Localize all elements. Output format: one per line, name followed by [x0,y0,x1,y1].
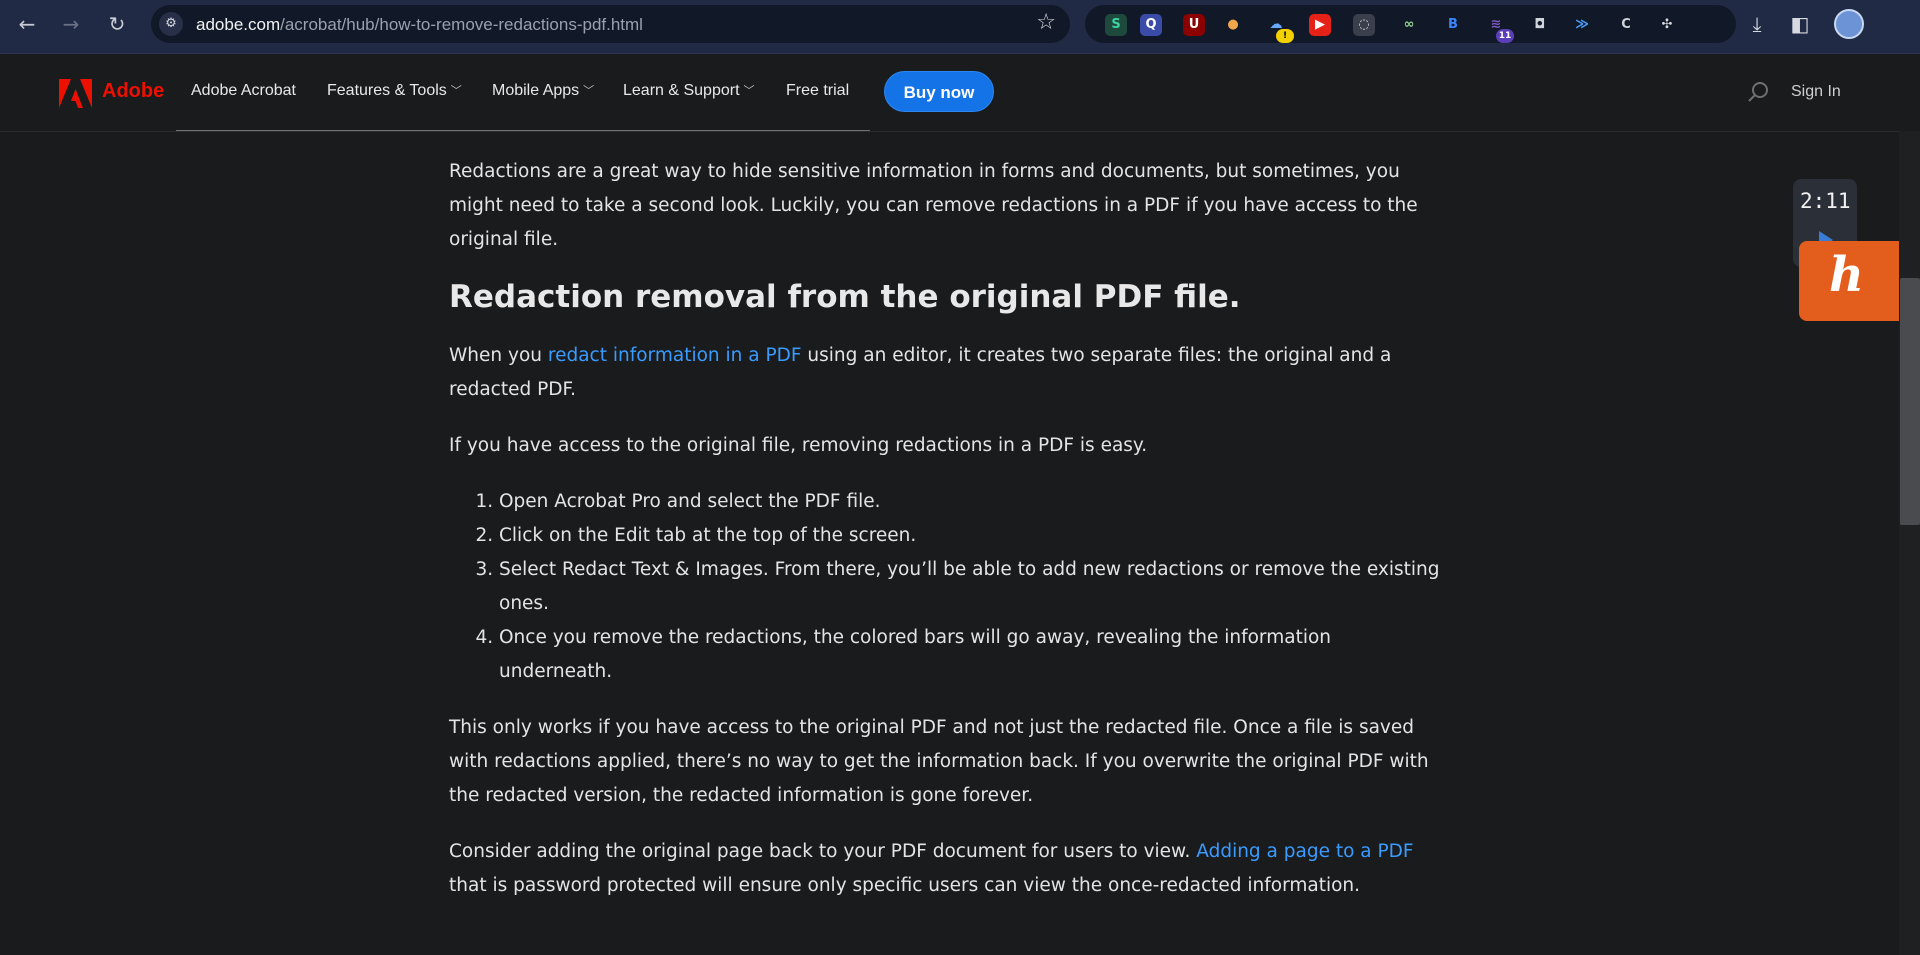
nav-free-trial[interactable]: Free trial [786,82,849,100]
side-panel-icon[interactable]: ◧ [1786,10,1814,38]
paragraph-text: that is password protected will ensure o… [449,875,1361,896]
adobe-brand-link[interactable]: Adobe [102,80,164,103]
step-item: Select Redact Text & Images. From there,… [499,553,1449,621]
nav-mobile-label: Mobile Apps [492,82,580,99]
timer-text: 2:11 [1800,189,1851,213]
paragraph-access: If you have access to the original file,… [449,435,1148,456]
paragraph-text: When you [449,345,548,366]
url-host: adobe.com [196,15,281,34]
intro-paragraph: Redactions are a great way to hide sensi… [449,161,1418,250]
c-extension-icon[interactable]: C [1615,14,1637,36]
step-item: Open Acrobat Pro and select the PDF file… [499,485,1449,519]
buy-now-button[interactable]: Buy now [884,71,994,112]
camera-extension-icon[interactable]: ◘ [1529,14,1551,36]
nav-features-label: Features & Tools [327,82,447,99]
scrollbar-track[interactable] [1899,131,1920,955]
paragraph-consider: Consider adding the original page back t… [449,835,1449,903]
extensions-bar: S Q U ● ☁! ▶ ◌ ∞ B ≋ 11 ◘ ≫ C ✣ [1085,5,1736,43]
chevron-down-icon: ﹀ [583,85,595,97]
nav-underline [176,130,870,131]
nav-mobile-apps[interactable]: Mobile Apps ﹀ [492,82,594,100]
q-extension-icon[interactable]: Q [1140,14,1162,36]
browser-toolbar: ← → ↻ ⚙ adobe.com/acrobat/hub/how-to-rem… [0,0,1920,54]
b-extension-icon[interactable]: B [1442,14,1464,36]
site-header: Adobe Adobe Acrobat Features & Tools ﹀ Mo… [0,54,1920,132]
honey-logo-icon: h [1829,247,1864,303]
ublock-extension-icon[interactable]: U [1183,14,1205,36]
download-icon[interactable]: ⤓ [1743,10,1771,38]
step-item: Once you remove the redactions, the colo… [499,621,1449,689]
url-path: /acrobat/hub/how-to-remove-redactions-pd… [280,15,643,34]
youtube-extension-icon[interactable]: ▶ [1309,14,1331,36]
article-body: Redactions are a great way to hide sensi… [449,155,1449,903]
steps-list: Open Acrobat Pro and select the PDF file… [449,485,1449,689]
chevron-down-icon: ﹀ [450,85,462,97]
bookmark-star-icon[interactable]: ☆ [1036,10,1056,35]
adobe-logo-icon[interactable] [59,79,92,108]
step-item: Click on the Edit tab at the top of the … [499,519,1449,553]
profile-avatar[interactable] [1834,9,1864,39]
paragraph-warning: This only works if you have access to th… [449,717,1429,806]
circle-extension-icon[interactable]: ◌ [1353,14,1375,36]
honey-extension-button[interactable]: h [1799,241,1900,321]
reload-icon[interactable]: ↻ [103,10,131,38]
forward-arrow-icon[interactable]: → [57,10,85,38]
section-heading: Redaction removal from the original PDF … [449,279,1241,315]
stack-extension-icon[interactable]: ≋ 11 [1485,14,1514,43]
scrollbar-thumb[interactable] [1900,278,1920,525]
sign-in-link[interactable]: Sign In [1791,83,1841,101]
puzzle-extension-icon[interactable]: ✣ [1656,14,1678,36]
s-extension-icon[interactable]: S [1105,14,1127,36]
nav-learn-label: Learn & Support [623,82,740,99]
extension-badge: 11 [1496,29,1514,43]
address-bar[interactable]: ⚙ adobe.com/acrobat/hub/how-to-remove-re… [151,5,1070,43]
site-info-icon[interactable]: ⚙ [159,12,183,36]
search-icon[interactable] [1746,80,1770,104]
extension-badge: ! [1276,29,1294,43]
nav-features-tools[interactable]: Features & Tools ﹀ [327,82,462,100]
paragraph-text: Consider adding the original page back t… [449,841,1197,862]
glasses-extension-icon[interactable]: ∞ [1398,14,1420,36]
nav-learn-support[interactable]: Learn & Support ﹀ [623,82,755,100]
redact-info-link[interactable]: redact information in a PDF [548,345,802,366]
add-page-link[interactable]: Adding a page to a PDF [1196,841,1413,862]
orange-extension-icon[interactable]: ● [1222,14,1244,36]
nav-adobe-acrobat[interactable]: Adobe Acrobat [191,82,296,100]
back-arrow-icon[interactable]: ← [13,10,41,38]
paragraph-editor: When you redact information in a PDF usi… [449,339,1439,407]
wave-extension-icon[interactable]: ≫ [1571,14,1593,36]
cloud-extension-icon[interactable]: ☁! [1265,14,1294,43]
chevron-down-icon: ﹀ [743,85,755,97]
url-text[interactable]: adobe.com/acrobat/hub/how-to-remove-reda… [196,15,643,35]
